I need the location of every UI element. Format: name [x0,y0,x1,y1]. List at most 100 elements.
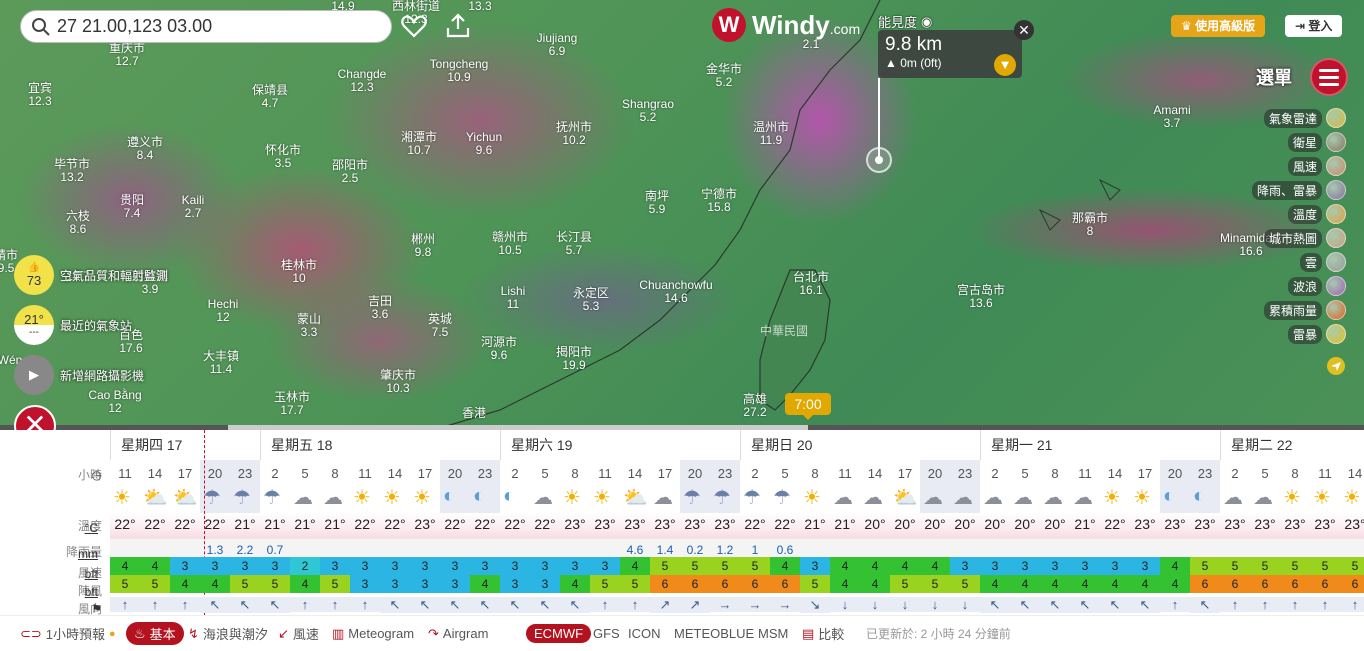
city-label[interactable]: 六枝 8.6 [66,210,90,236]
city-label[interactable]: 宫古岛市 13.6 [957,284,1005,310]
airplane-icon[interactable] [1326,356,1346,376]
city-label[interactable]: 大丰镇 11.4 [203,350,239,376]
menu-button[interactable]: 選單 [1256,58,1356,96]
hourly-toggle[interactable]: ⊂⊃ 1小時預報 ● [20,624,116,643]
city-label[interactable]: 贵阳 7.4 [120,194,144,220]
city-label[interactable]: 揭阳市 19.9 [556,346,592,372]
share-icon[interactable] [444,12,472,40]
location-pin[interactable] [866,147,892,173]
city-label[interactable]: 遵义市 8.4 [127,136,163,162]
weather-rain-icon: ☂ [683,487,701,509]
city-label[interactable]: 那霸市 8 [1072,212,1108,238]
webcam-widget[interactable]: ▶ 新增網路攝影機 [14,355,144,395]
city-label[interactable]: 香港 [462,407,486,420]
city-label[interactable]: 赣州市 10.5 [492,231,528,257]
gust-cell: 5 [320,575,350,593]
city-label[interactable]: 永定区 5.3 [573,287,609,313]
compare-button[interactable]: ▤ 比較 [802,624,844,643]
city-label[interactable]: 重庆市 12.7 [109,42,145,68]
city-label[interactable]: Yichun 9.6 [466,131,502,157]
city-label[interactable]: Jiujiang 6.9 [537,32,578,58]
city-label[interactable]: 玉林市 17.7 [274,391,310,417]
login-button[interactable]: ⇥ 登入 [1285,15,1343,37]
city-label[interactable]: 保靖县 4.7 [252,84,288,110]
wind-cell: 5 [680,557,710,575]
favorite-heart-icon[interactable] [400,12,428,40]
day-header[interactable]: 星期二 22 [1220,430,1364,460]
city-label[interactable]: 温州市 11.9 [753,121,789,147]
city-label[interactable]: 怀化市 3.5 [265,144,301,170]
wind-direction-arrow-icon: ↖ [200,597,230,613]
layer-item[interactable]: 降雨、雷暴 [1251,180,1346,200]
basic-tab[interactable]: ♨ 基本 [126,622,184,645]
city-label[interactable]: Hechi 12 [208,298,239,324]
city-label[interactable]: 蒙山 3.3 [297,313,321,339]
city-label[interactable]: 郴州 9.8 [411,233,435,259]
city-label[interactable]: 长汀县 5.7 [556,231,592,257]
airgram-tab[interactable]: ↷ Airgram [428,626,488,642]
visibility-popup[interactable]: 9.8 km ▲ 0m (0ft) ▼ [878,30,1022,78]
city-label[interactable]: Chuanchowfu 14.6 [639,279,712,305]
layer-item[interactable]: 累積雨量 [1263,300,1346,320]
windy-logo[interactable]: W Windy .com [712,8,860,42]
weather-map[interactable]: 重庆市 12.7 宜宾 12.3 毕节市 13.2 遵义市 8.4 六枝 8.6 贵阳 7.4 Kail… [0,0,1364,428]
city-label[interactable]: 肇庆市 10.3 [380,369,416,395]
city-label[interactable]: 抚州市 10.2 [556,121,592,147]
day-header[interactable]: 星期五 18 [260,430,500,460]
city-label[interactable]: Kaili 2.7 [182,194,205,220]
layer-item[interactable]: 氣象雷達 [1263,108,1346,128]
city-label[interactable]: 高雄 27.2 [743,393,767,419]
station-widget[interactable]: 21° --- 最近的氣象站 [14,305,132,345]
city-label[interactable]: Shangrao 5.2 [622,98,674,124]
layer-item[interactable]: 城市熱圖 [1263,228,1346,248]
chevron-down-icon[interactable]: ▼ [994,54,1016,76]
meteogram-tab[interactable]: ▥ Meteogram [332,626,414,642]
wind-cell: 3 [260,557,290,575]
model-msm[interactable]: MSM [758,626,788,641]
search-input[interactable]: 27 21.00,123 03.00 [57,16,212,37]
city-label[interactable]: 邵阳市 2.5 [332,159,368,185]
city-value: 3.3 [300,325,318,339]
search-bar[interactable]: 27 21.00,123 03.00 [20,10,392,43]
city-label[interactable]: 金华市 5.2 [706,63,742,89]
close-icon[interactable]: ✕ [1014,20,1034,40]
layer-thumbnail-icon [1326,108,1346,128]
premium-button[interactable]: ♛ 使用高級版 [1171,15,1266,37]
city-label[interactable]: 台北市 16.1 [793,271,829,297]
aqi-widget[interactable]: 👍 73 空氣品質和輻射監測 [14,255,168,295]
layer-item[interactable]: 溫度 [1287,204,1346,224]
city-label[interactable]: 宜宾 12.3 [28,82,52,108]
city-label[interactable]: 吉田 3.6 [368,295,392,321]
city-label[interactable]: Tongcheng 10.9 [430,58,489,84]
city-label[interactable]: 宁德市 15.8 [701,188,737,214]
day-header[interactable]: 星期六 19 [500,430,740,460]
city-label[interactable]: 英城 7.5 [428,313,452,339]
menu-label: 選單 [1256,68,1292,88]
model-ecmwf[interactable]: ECMWF [526,624,592,643]
day-header[interactable]: 星期日 20 [740,430,980,460]
city-label[interactable]: 河源市 9.6 [481,336,517,362]
city-label[interactable]: 南坪 5.9 [645,190,669,216]
layer-item[interactable]: 雷暴 [1287,324,1346,344]
waves-tab[interactable]: ↯ 海浪與潮汐 [188,624,268,643]
model-gfs[interactable]: GFS [593,626,620,641]
city-label[interactable]: Lishi 11 [501,285,526,311]
model-icon[interactable]: ICON [628,626,661,641]
city-label[interactable]: Changde 12.3 [338,68,387,94]
temp-cell: 23° [1284,516,1306,532]
layer-item[interactable]: 衛星 [1287,132,1346,152]
wind-tab[interactable]: ↙ 風速 [278,624,319,643]
day-header[interactable]: 星期一 21 [980,430,1220,460]
layer-item[interactable]: 雲 [1299,252,1346,272]
layer-label: 降雨、雷暴 [1251,180,1322,200]
city-label[interactable]: 湘潭市 10.7 [401,131,437,157]
model-meteoblue[interactable]: METEOBLUE [674,626,754,641]
hour-cell: 5 [781,466,789,481]
city-label[interactable]: 桂林市 10 [281,259,317,285]
layer-item[interactable]: 波浪 [1287,276,1346,296]
city-label[interactable]: 毕节市 13.2 [54,158,90,184]
city-label[interactable]: Amami 3.7 [1153,104,1190,130]
time-flag[interactable]: 7:00 [785,393,831,420]
layer-item[interactable]: 風速 [1287,156,1346,176]
weather-sun-icon: ☀ [563,487,581,509]
